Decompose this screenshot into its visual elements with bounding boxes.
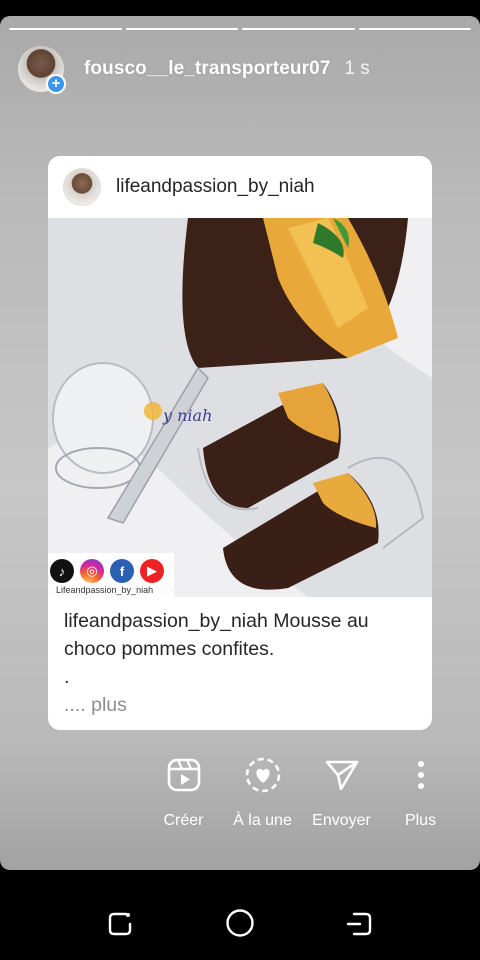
recent-apps-icon (108, 912, 132, 936)
recent-apps-button[interactable] (106, 910, 134, 943)
image-watermark-text: y niah (162, 406, 212, 425)
caption-username[interactable]: lifeandpassion_by_niah (64, 610, 268, 632)
story-header: + fousco__le_transporteur07 1 s (18, 44, 468, 94)
social-handle-text: Lifeandpassion_by_niah (56, 585, 154, 595)
highlight-icon (243, 755, 283, 795)
send-label: Envoyer (312, 812, 371, 829)
progress-segment (9, 28, 122, 30)
story-viewer[interactable]: + fousco__le_transporteur07 1 s lifeandp… (0, 16, 480, 870)
highlight-button[interactable]: À la une (223, 755, 302, 845)
more-icon (401, 755, 441, 795)
back-icon (346, 912, 372, 936)
highlight-label: À la une (233, 812, 292, 829)
post-author-avatar[interactable] (63, 168, 101, 206)
post-header[interactable]: lifeandpassion_by_niah (48, 156, 432, 218)
more-label: Plus (404, 812, 437, 829)
caption-more-prefix: .... (64, 694, 86, 716)
dessert-photo-illustration: y niah (48, 218, 432, 597)
youtube-icon: ▶ (140, 559, 164, 583)
home-icon (226, 909, 254, 937)
caption-dot: . (64, 666, 70, 688)
progress-segment (242, 28, 355, 30)
social-media-strip: ♪ ◎ f ▶ Lifeandpassion_by_niah (48, 553, 174, 597)
story-progress-bar (9, 28, 471, 30)
reels-icon (164, 755, 204, 795)
tiktok-icon: ♪ (50, 559, 74, 583)
story-action-bar: Créer À la une Envoyer Plus (144, 755, 460, 845)
story-author-avatar[interactable]: + (18, 46, 66, 94)
facebook-icon: f (110, 559, 134, 583)
create-button[interactable]: Créer (144, 755, 223, 845)
back-button[interactable] (346, 910, 374, 943)
create-label: Créer (163, 812, 204, 829)
add-story-badge[interactable]: + (46, 74, 66, 94)
instagram-icon: ◎ (80, 559, 104, 583)
send-button[interactable]: Envoyer (302, 755, 381, 845)
progress-segment-active (358, 28, 471, 30)
send-icon (322, 755, 362, 795)
caption-more-link[interactable]: plus (91, 694, 127, 716)
story-author-username[interactable]: fousco__le_transporteur07 (84, 58, 330, 80)
story-timestamp: 1 s (344, 58, 370, 79)
progress-segment (125, 28, 238, 30)
post-author-username[interactable]: lifeandpassion_by_niah (116, 176, 315, 198)
more-button[interactable]: Plus (381, 755, 460, 845)
home-button[interactable] (225, 908, 255, 943)
shared-post-card[interactable]: lifeandpassion_by_niah y niah ♪ ◎ f ▶ Li… (48, 156, 432, 730)
post-image[interactable]: y niah ♪ ◎ f ▶ Lifeandpassion_by_niah (48, 218, 432, 597)
post-caption[interactable]: lifeandpassion_by_niah Mousse au choco p… (48, 597, 432, 719)
